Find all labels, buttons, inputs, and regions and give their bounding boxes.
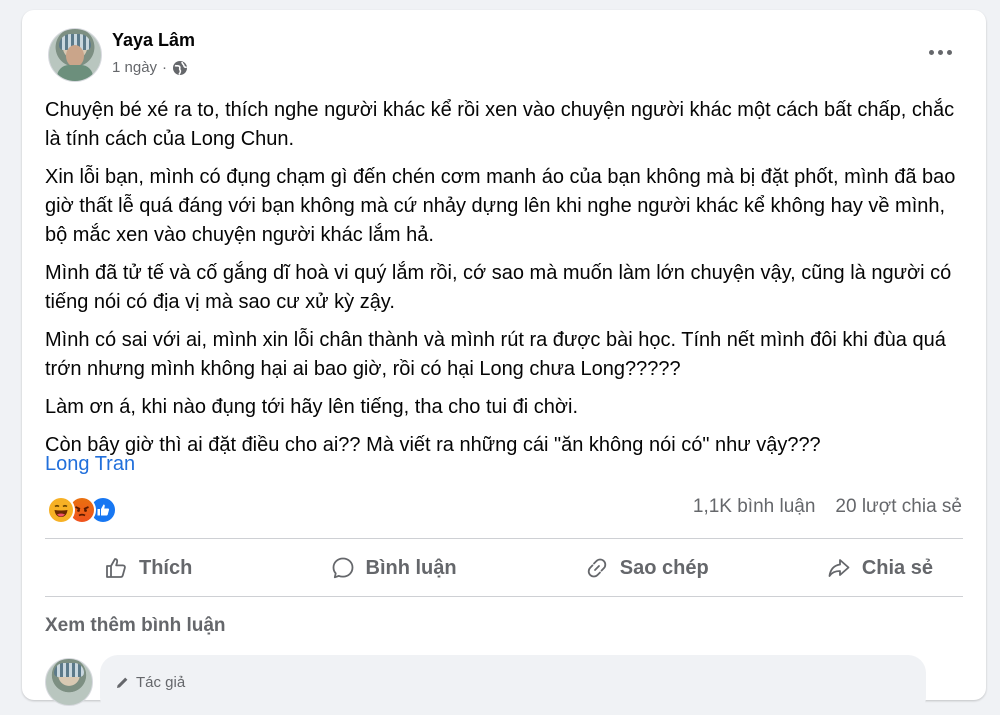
- post-time[interactable]: 1 ngày: [112, 59, 157, 76]
- comment-count[interactable]: 1,1K bình luận: [693, 496, 816, 518]
- comment-bubble-icon: [332, 557, 353, 579]
- like-button[interactable]: Thích: [45, 549, 220, 587]
- comment-button[interactable]: Bình luận: [290, 549, 485, 587]
- pencil-icon: [117, 677, 128, 688]
- comment-bubble: Tác giả: [100, 655, 926, 715]
- reaction-summary[interactable]: [47, 496, 117, 524]
- thumbs-up-icon: [106, 558, 126, 578]
- author-name[interactable]: Yaya Lâm: [112, 30, 195, 51]
- divider: [45, 538, 963, 539]
- haha-reaction-icon: [47, 496, 75, 524]
- action-bar: Thích Bình luận Sao chép Chia sẻ: [45, 540, 963, 596]
- meta-separator: ·: [162, 59, 168, 76]
- share-button[interactable]: Chia sẻ: [806, 549, 963, 587]
- globe-icon[interactable]: [172, 60, 188, 76]
- dot-icon: [946, 49, 952, 55]
- author-badge-label: Tác giả: [136, 674, 186, 691]
- divider: [45, 596, 963, 597]
- like-label: Thích: [139, 556, 193, 579]
- post-paragraph: Xin lỗi bạn, mình có đụng chạm gì đến ch…: [45, 166, 956, 246]
- post-meta: 1 ngày ·: [112, 59, 188, 76]
- share-label: Chia sẻ: [861, 556, 933, 579]
- dot-icon: [928, 49, 934, 55]
- post-paragraph: Còn bây giờ thì ai đặt điều cho ai?? Mà …: [45, 434, 821, 456]
- comment-label: Bình luận: [365, 556, 457, 579]
- post-text: Chuyện bé xé ra to, thích nghe người khá…: [45, 96, 965, 469]
- post-paragraph: Chuyện bé xé ra to, thích nghe người khá…: [45, 99, 955, 150]
- author-avatar[interactable]: [48, 28, 102, 82]
- post-card: Yaya Lâm 1 ngày · Chuyện bé xé ra to, th…: [22, 10, 986, 715]
- more-options-button[interactable]: [922, 40, 958, 64]
- share-arrow-icon: [828, 559, 850, 577]
- post-paragraph: Mình đã tử tế và cố gắng dĩ hoà vi quý l…: [45, 262, 952, 313]
- copy-button[interactable]: Sao chép: [554, 549, 737, 587]
- see-more-comments-link[interactable]: Xem thêm bình luận: [45, 615, 226, 637]
- avatar-body: [57, 65, 93, 81]
- engagement-counts: 1,1K bình luận 20 lượt chia sẻ: [693, 496, 962, 518]
- link-icon: [587, 558, 606, 578]
- post-paragraph: Làm ơn á, khi nào đụng tới hãy lên tiếng…: [45, 396, 578, 418]
- commenter-avatar[interactable]: [45, 658, 93, 706]
- share-count[interactable]: 20 lượt chia sẻ: [835, 496, 962, 518]
- copy-label: Sao chép: [619, 556, 709, 579]
- avatar-hat: [54, 663, 84, 677]
- dot-icon: [937, 49, 943, 55]
- post-paragraph: Mình có sai với ai, mình xin lỗi chân th…: [45, 329, 946, 380]
- mention-link[interactable]: Long Tran: [45, 453, 135, 476]
- author-badge: Tác giả: [115, 674, 185, 691]
- avatar-face: [66, 45, 84, 67]
